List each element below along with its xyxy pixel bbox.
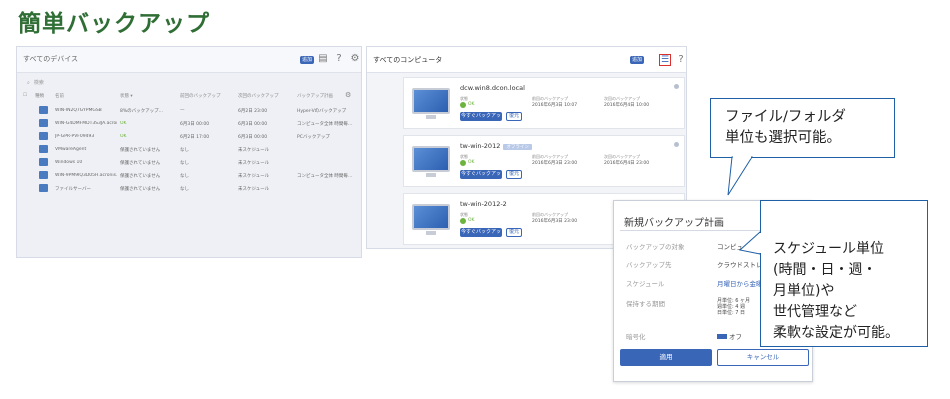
table-row[interactable]: WIN-G4DMFMDT3S3JA.acronis... OK 6月3日 00:…: [17, 118, 361, 129]
computers-header: すべてのコンピュータ 追加 ☰ ?: [367, 47, 686, 73]
table-row[interactable]: VMwareAgent 保護されていません なし 未スケジュール: [17, 144, 361, 155]
server-icon: [39, 171, 48, 179]
server-icon: [39, 119, 48, 127]
offline-badge: オフライン: [503, 144, 532, 150]
computer-name: tw-win-2012-2: [460, 200, 507, 208]
help-icon[interactable]: ?: [333, 53, 345, 65]
devices-header: すべてのデバイス 追加 ▤ ? ⚙: [17, 47, 361, 73]
add-computer-button[interactable]: 追加: [630, 56, 644, 64]
backup-now-button[interactable]: 今すぐバックアップ: [460, 112, 502, 128]
callout-pointer: [727, 156, 753, 196]
field-label: スケジュール: [626, 280, 665, 288]
computer-card[interactable]: dcw.win8.dcon.local 状態 OK 前回のバックアップ 2016…: [403, 77, 685, 129]
devices-title: すべてのデバイス: [23, 55, 79, 63]
col-next-backup[interactable]: 次回のバックアップ: [238, 93, 279, 99]
field-label: バックアップ先: [626, 261, 672, 269]
restore-button[interactable]: 復元: [506, 112, 522, 121]
backup-now-button[interactable]: 今すぐバックアップ: [460, 228, 502, 244]
select-all-checkbox[interactable]: ☐: [23, 93, 27, 98]
callout-schedule: スケジュール単位 (時間・日・週・ 月単位)や 世代管理など 柔軟な設定が可能。: [760, 200, 928, 347]
add-device-button[interactable]: 追加: [300, 56, 314, 64]
col-name[interactable]: 名前: [55, 93, 64, 99]
table-row[interactable]: ファイルサーバー 保護されていません なし 未スケジュール: [17, 183, 361, 194]
ok-status-icon: [460, 102, 466, 108]
dialog-title: 新規バックアップ計画: [624, 218, 724, 229]
search-box[interactable]: ⌕ 検索: [23, 77, 44, 87]
ok-status-icon: [460, 218, 466, 224]
table-row[interactable]: JP-GPR-PVF09493 OK 6月2日 17:00 6月3日 00:00…: [17, 131, 361, 142]
callout-pointer: [738, 230, 762, 255]
table-row[interactable]: WIN-9PM9IQ3D05H.acronis... 保護されていません なし …: [17, 170, 361, 181]
apply-button[interactable]: 適用: [620, 349, 712, 366]
restore-button[interactable]: 復元: [506, 170, 522, 179]
col-last-backup[interactable]: 前回のバックアップ: [180, 93, 221, 99]
page-title: 簡単バックアップ: [18, 11, 210, 37]
search-placeholder: 検索: [33, 80, 44, 86]
computer-name: dcw.win8.dcon.local: [460, 84, 525, 92]
col-status[interactable]: 状態 ▾: [120, 93, 133, 99]
col-type[interactable]: 種類: [35, 93, 44, 99]
col-plan[interactable]: バックアップ計画: [297, 93, 333, 99]
monitor-icon: [412, 88, 450, 119]
column-settings-icon[interactable]: ⚙: [345, 91, 351, 99]
toggle-switch[interactable]: [717, 334, 727, 339]
devices-table-header: ☐ 種類 名前 状態 ▾ 前回のバックアップ 次回のバックアップ バックアップ計…: [17, 91, 361, 101]
cancel-button[interactable]: キャンセル: [717, 349, 809, 366]
field-label: 保持する期間: [626, 300, 665, 308]
card-status-dot: [674, 84, 679, 89]
field-label: 暗号化: [626, 333, 646, 341]
settings-gear-icon[interactable]: ⚙: [349, 53, 361, 65]
table-row[interactable]: Windows 10 保護されていません なし 未スケジュール: [17, 157, 361, 168]
server-icon: [39, 106, 48, 114]
restore-button[interactable]: 復元: [506, 228, 522, 237]
list-view-icon[interactable]: ▤: [317, 53, 329, 65]
computer-name: tw-win-2012 オフライン: [460, 142, 532, 150]
computer-icon: [39, 158, 48, 166]
field-label: バックアップの対象: [626, 243, 685, 251]
retention-field[interactable]: 月単位: 6 ヶ月 週単位: 4 週 日単位: 7 日: [717, 298, 750, 316]
list-view-icon[interactable]: ☰: [659, 54, 671, 66]
encryption-toggle[interactable]: オフ: [717, 331, 742, 341]
help-icon[interactable]: ?: [675, 54, 687, 66]
computer-icon: [39, 132, 48, 140]
ok-status-icon: [460, 160, 466, 166]
backup-now-button[interactable]: 今すぐバックアップ: [460, 170, 502, 186]
monitor-icon: [412, 204, 450, 235]
table-row[interactable]: WIN-IN2Q7GYPMGSB 8%のバックアップ... — 6月2日 23:…: [17, 105, 361, 116]
server-icon: [39, 145, 48, 153]
monitor-icon: [412, 146, 450, 177]
callout-file-folder: ファイル/フォルダ 単位も選択可能。: [710, 98, 895, 158]
file-server-icon: [39, 184, 48, 192]
search-icon: ⌕: [27, 80, 30, 86]
card-status-dot: [674, 142, 679, 147]
computer-card[interactable]: tw-win-2012 オフライン 状態 OK 前回のバックアップ 2016年6月…: [403, 135, 685, 187]
all-devices-panel: すべてのデバイス 追加 ▤ ? ⚙ ⌕ 検索 ☐ 種類 名前 状態 ▾ 前回のバッ…: [16, 46, 362, 258]
computers-title: すべてのコンピュータ: [373, 56, 443, 64]
